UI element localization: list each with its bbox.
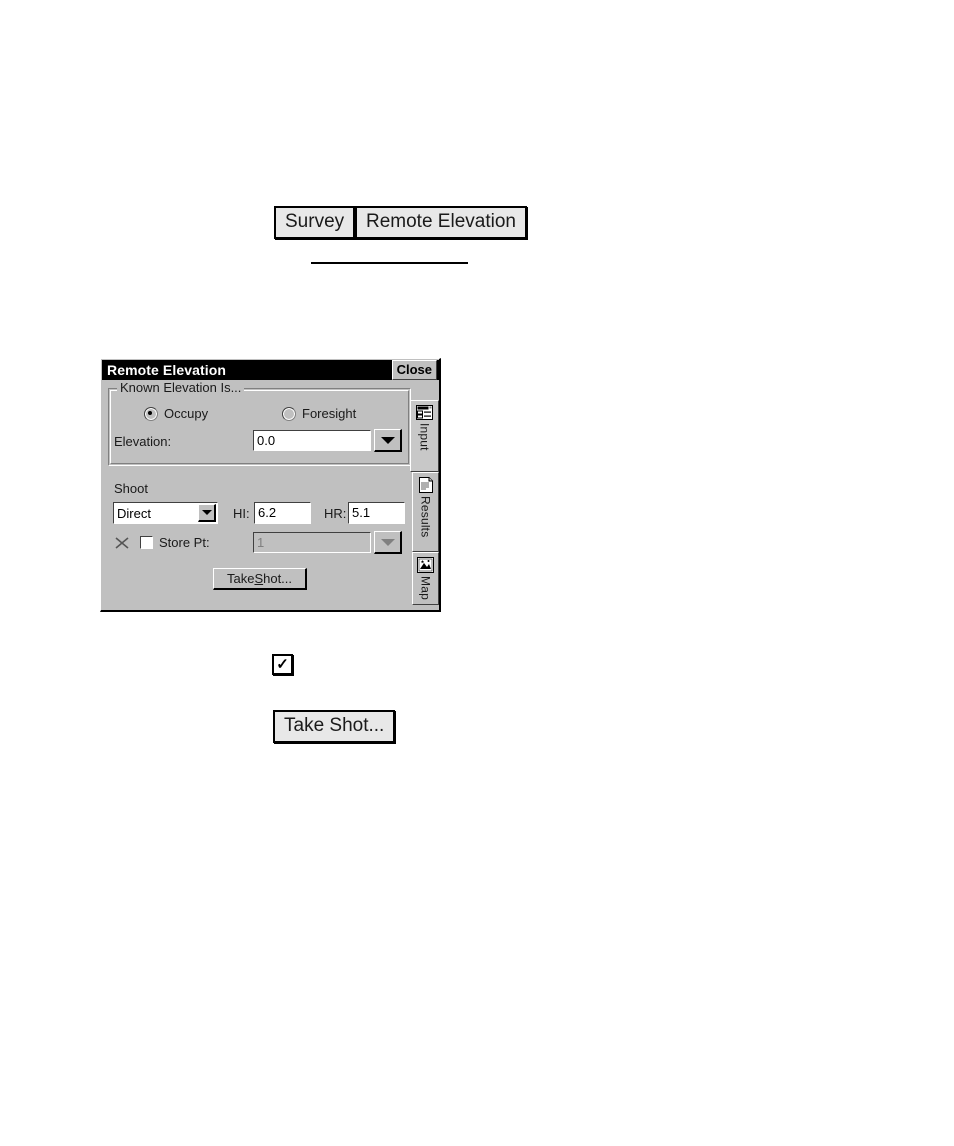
shoot-mode-dropdown-button[interactable] [198, 504, 216, 522]
hr-label: HR: [324, 506, 347, 521]
horizontal-rule [311, 262, 468, 264]
tab-input-label: Input [417, 423, 432, 451]
hi-input[interactable]: 6.2 [254, 502, 311, 524]
store-point-checkbox[interactable] [140, 536, 153, 549]
elevation-label: Elevation: [114, 434, 172, 449]
tab-input[interactable]: Input [410, 400, 439, 472]
radio-foresight-mark [282, 406, 296, 421]
tab-map-label: Map [418, 576, 433, 600]
shoot-label: Shoot [114, 481, 148, 496]
shoot-mode-select[interactable]: Direct [113, 502, 218, 524]
radio-occupy[interactable]: Occupy [144, 406, 208, 421]
radio-occupy-mark [144, 406, 158, 421]
form-window-icon [416, 405, 433, 420]
close-button[interactable]: Close [391, 360, 437, 380]
remote-elevation-dialog: Remote Elevation Close Known Elevation I… [100, 358, 441, 612]
radio-foresight[interactable]: Foresight [282, 406, 356, 421]
known-elevation-legend: Known Elevation Is... [117, 380, 245, 395]
remote-elevation-menu-callout[interactable]: Remote Elevation [355, 206, 527, 239]
store-point-input: 1 [253, 532, 371, 553]
take-shot-accel: S [254, 571, 264, 586]
groupbox-inner-border [110, 390, 409, 464]
take-shot-button-callout[interactable]: Take Shot... [273, 710, 396, 743]
elevation-dropdown-button[interactable] [374, 429, 402, 452]
store-point-dropdown-button [374, 531, 402, 554]
take-shot-button[interactable]: Take Shot... [213, 568, 307, 590]
elevation-input[interactable]: 0.0 [253, 430, 371, 451]
document-lines-icon [418, 477, 433, 493]
shoot-mode-value: Direct [117, 505, 151, 521]
checked-checkbox-callout[interactable]: ✓ [272, 654, 293, 675]
hi-label: HI: [233, 506, 250, 521]
dialog-titlebar: Remote Elevation Close [102, 360, 439, 380]
known-elevation-groupbox: Known Elevation Is... [108, 380, 411, 466]
radio-foresight-label: Foresight [302, 406, 357, 421]
take-shot-label-after: hot... [263, 571, 293, 586]
x-icon[interactable] [114, 535, 130, 551]
map-mountains-icon [417, 557, 434, 573]
hr-input[interactable]: 5.1 [348, 502, 405, 524]
chevron-down-icon [201, 510, 212, 515]
chevron-down-icon [380, 538, 395, 546]
survey-menu-callout[interactable]: Survey [274, 206, 356, 239]
radio-occupy-label: Occupy [164, 406, 209, 421]
dialog-client-area: Known Elevation Is... Occupy Foresight E… [102, 380, 439, 609]
store-point-label: Store Pt: [159, 535, 210, 550]
dialog-title: Remote Elevation [107, 362, 227, 378]
tab-map[interactable]: Map [412, 552, 439, 605]
vertical-tab-strip: Input Results Map [410, 400, 439, 605]
tab-results[interactable]: Results [412, 472, 439, 552]
chevron-down-icon [380, 436, 395, 444]
take-shot-label-before: Take [226, 571, 255, 586]
tab-results-label: Results [418, 496, 433, 538]
